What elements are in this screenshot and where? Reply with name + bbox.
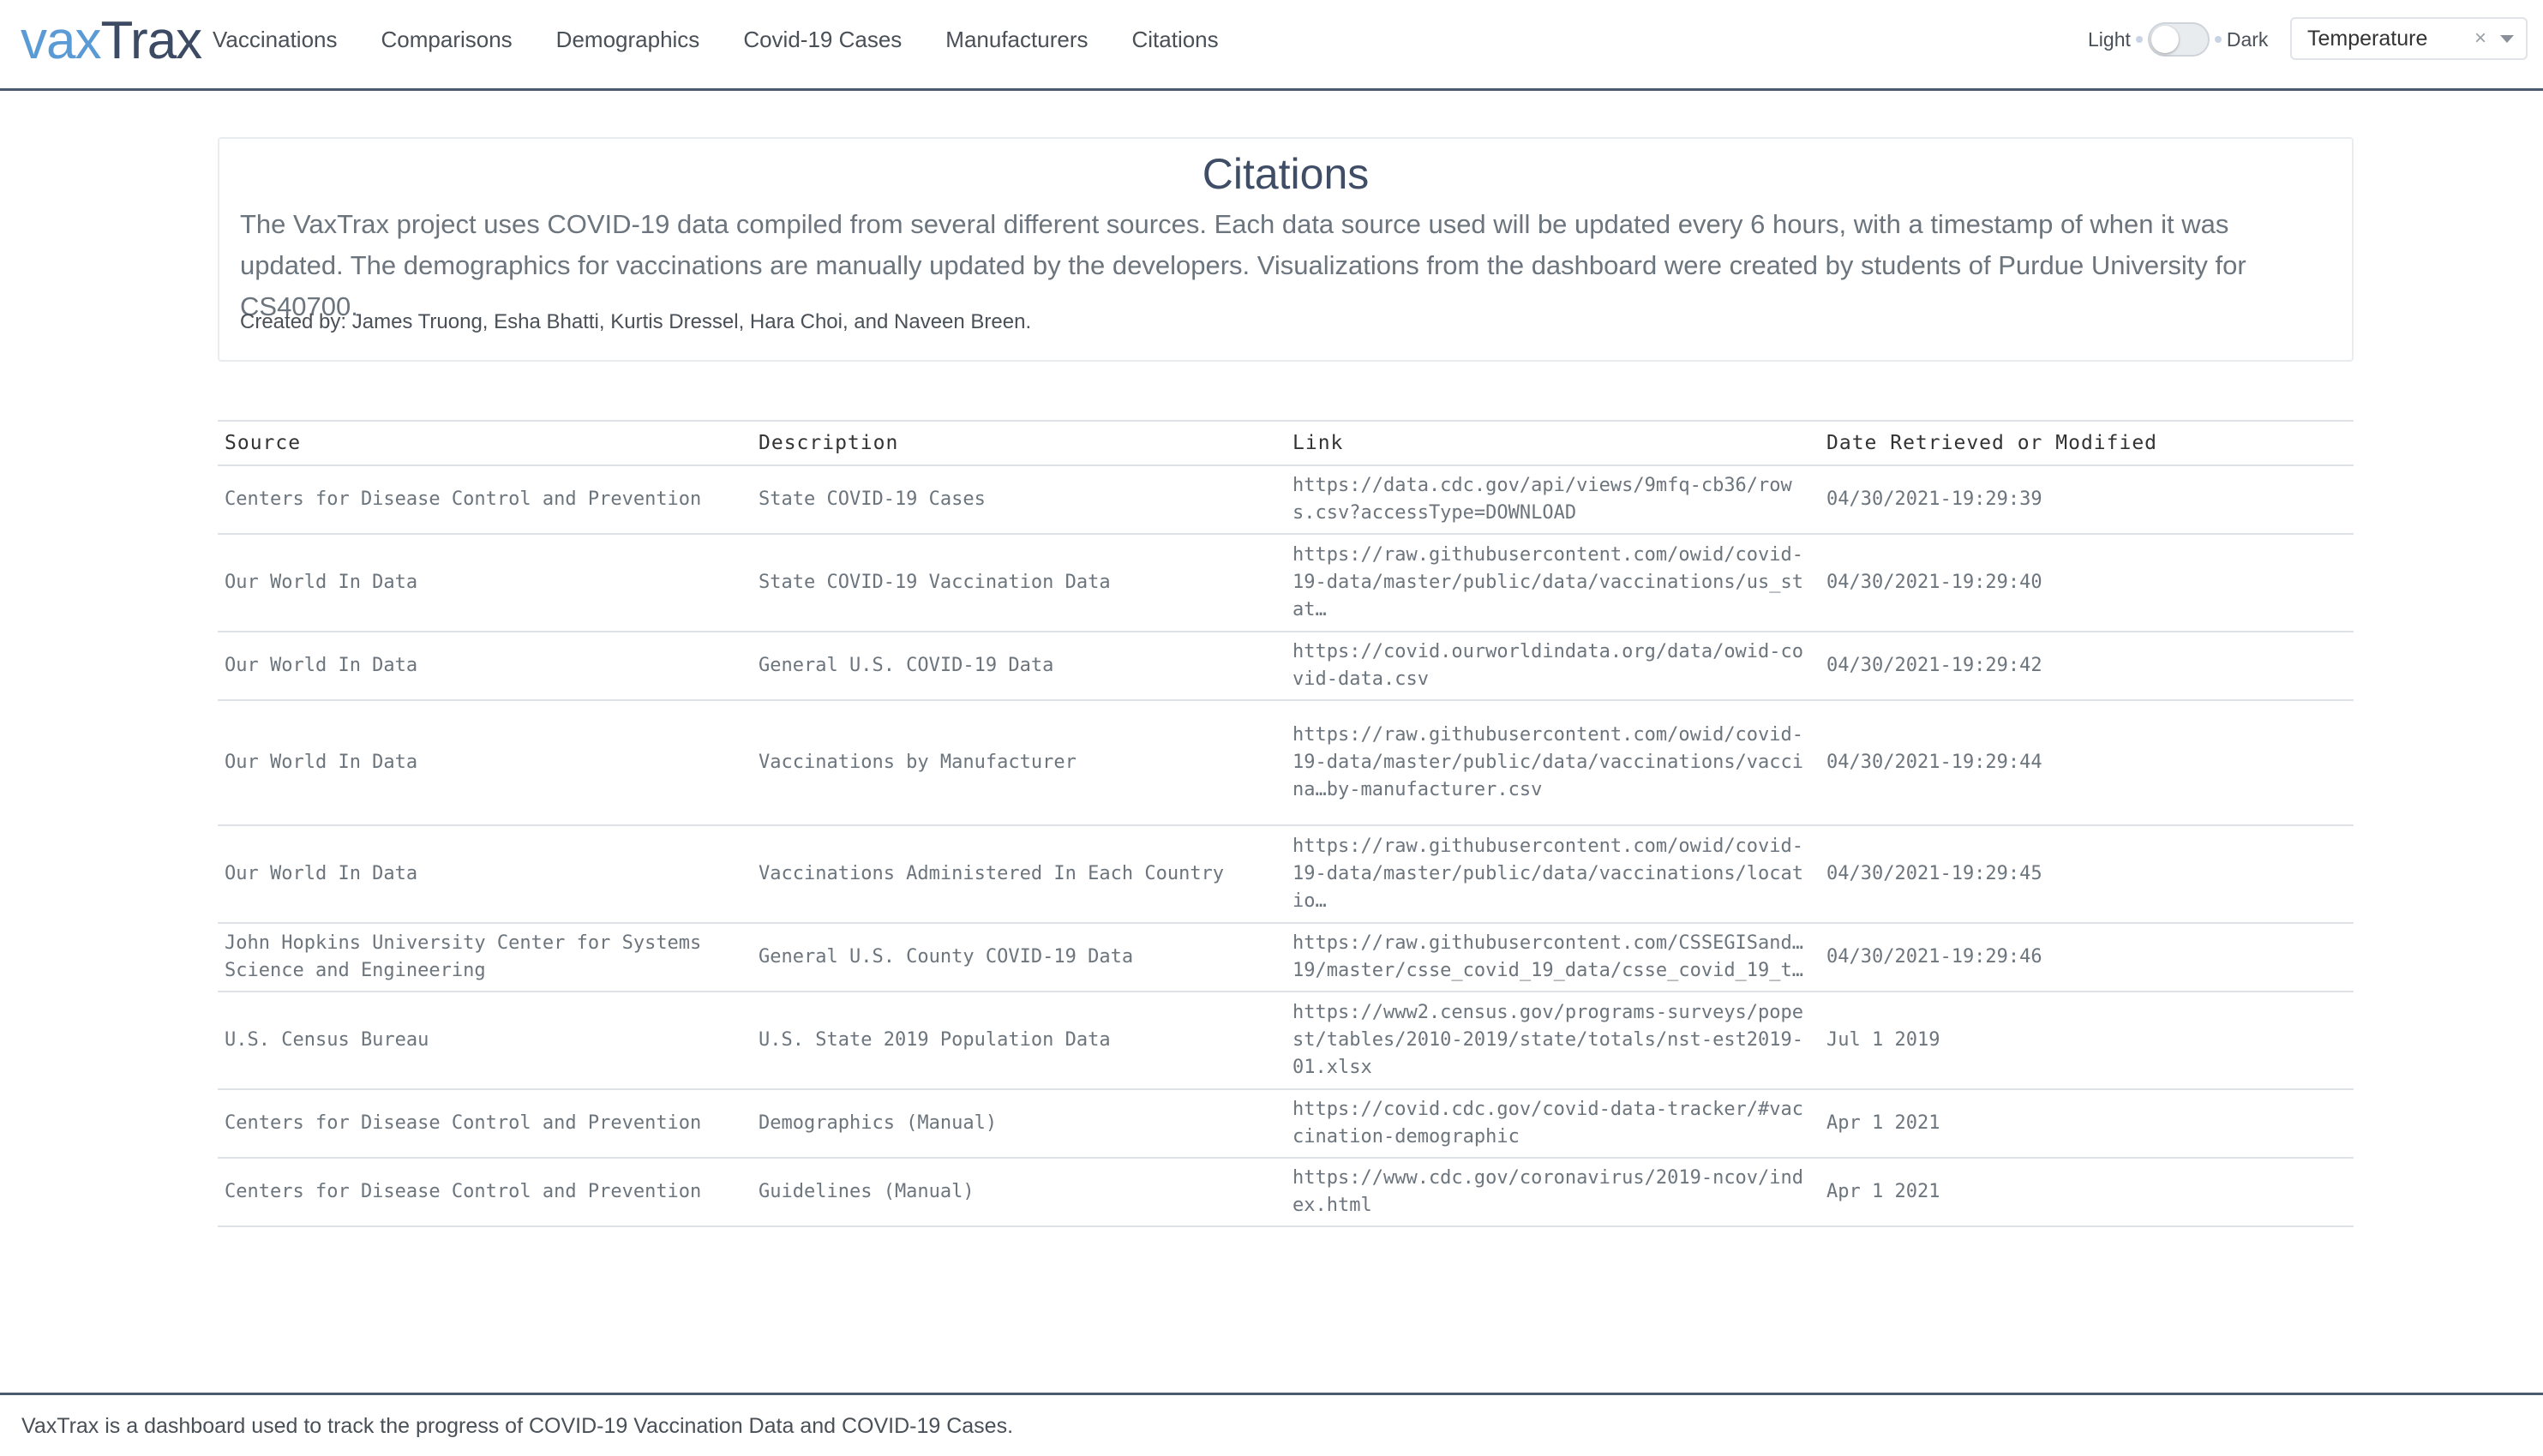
cell-date: 04/30/2021-19:29:42 [1820, 632, 2354, 701]
header-link: Link [1286, 420, 1820, 466]
cell-description: U.S. State 2019 Population Data [752, 992, 1286, 1090]
header-date: Date Retrieved or Modified [1820, 420, 2354, 466]
cell-date: 04/30/2021-19:29:46 [1820, 923, 2354, 992]
cell-source: Centers for Disease Control and Preventi… [218, 1089, 752, 1159]
table-row: John Hopkins University Center for Syste… [218, 923, 2354, 992]
cell-date: Apr 1 2021 [1820, 1158, 2354, 1227]
select-value: Temperature [2307, 26, 2428, 51]
cell-link: https://raw.githubusercontent.com/CSSEGI… [1286, 923, 1820, 992]
cell-description: General U.S. COVID-19 Data [752, 632, 1286, 701]
cell-source: Our World In Data [218, 534, 752, 632]
source-link[interactable]: https://raw.githubusercontent.com/owid/c… [1292, 833, 1813, 915]
dark-dot-icon [2214, 36, 2222, 43]
source-link[interactable]: https://www.cdc.gov/coronavirus/2019-nco… [1292, 1165, 1813, 1219]
nav-link-covid-cases[interactable]: Covid-19 Cases [743, 24, 902, 55]
theme-select-dropdown[interactable]: Temperature × [2290, 17, 2528, 60]
footer-text: VaxTrax is a dashboard used to track the… [21, 1414, 1014, 1438]
cell-link: https://raw.githubusercontent.com/owid/c… [1286, 700, 1820, 826]
table-row: Centers for Disease Control and Preventi… [218, 465, 2354, 535]
toggle-knob [2150, 26, 2179, 53]
cell-link: https://data.cdc.gov/api/views/9mfq-cb36… [1286, 465, 1820, 535]
cell-link: https://raw.githubusercontent.com/owid/c… [1286, 825, 1820, 924]
cell-date: Jul 1 2019 [1820, 992, 2354, 1090]
cell-link: https://raw.githubusercontent.com/owid/c… [1286, 534, 1820, 632]
credits-text: Created by: James Truong, Esha Bhatti, K… [240, 310, 1032, 333]
page-footer: VaxTrax is a dashboard used to track the… [0, 1393, 2543, 1456]
table-row: Our World In Data State COVID-19 Vaccina… [218, 534, 2354, 632]
table-row: Our World In Data Vaccinations by Manufa… [218, 700, 2354, 826]
cell-link: https://www2.census.gov/programs-surveys… [1286, 992, 1820, 1090]
source-link[interactable]: https://www2.census.gov/programs-surveys… [1292, 999, 1813, 1082]
header-source: Source [218, 420, 752, 466]
page-title: Citations [1202, 150, 1370, 198]
top-navbar: vaxTrax Vaccinations Comparisons Demogra… [0, 0, 2543, 91]
source-link[interactable]: https://raw.githubusercontent.com/owid/c… [1292, 722, 1813, 804]
nav-link-comparisons[interactable]: Comparisons [381, 24, 513, 55]
dark-mode-toggle[interactable] [2147, 22, 2210, 57]
cell-source: Our World In Data [218, 825, 752, 924]
source-link[interactable]: https://raw.githubusercontent.com/CSSEGI… [1292, 930, 1813, 985]
table-header-row: Source Description Link Date Retrieved o… [218, 420, 2354, 466]
cell-date: 04/30/2021-19:29:40 [1820, 534, 2354, 632]
cell-source: Centers for Disease Control and Preventi… [218, 465, 752, 535]
chevron-down-icon[interactable] [2500, 34, 2514, 43]
table-row: Centers for Disease Control and Preventi… [218, 1089, 2354, 1159]
source-link[interactable]: https://data.cdc.gov/api/views/9mfq-cb36… [1292, 472, 1813, 527]
brand-logo[interactable]: vaxTrax [21, 7, 202, 75]
nav-link-citations[interactable]: Citations [1131, 24, 1218, 55]
table-row: Our World In Data Vaccinations Administe… [218, 825, 2354, 924]
cell-source: Our World In Data [218, 632, 752, 701]
nav-link-demographics[interactable]: Demographics [556, 24, 700, 55]
light-dot-icon [2135, 36, 2143, 43]
source-link[interactable]: https://raw.githubusercontent.com/owid/c… [1292, 542, 1813, 624]
cell-description: Demographics (Manual) [752, 1089, 1286, 1159]
source-link[interactable]: https://covid.ourworldindata.org/data/ow… [1292, 638, 1813, 693]
cell-description: Guidelines (Manual) [752, 1158, 1286, 1227]
dark-label: Dark [2226, 28, 2269, 51]
cell-date: 04/30/2021-19:29:45 [1820, 825, 2354, 924]
cell-date: Apr 1 2021 [1820, 1089, 2354, 1159]
table-row: Our World In Data General U.S. COVID-19 … [218, 632, 2354, 701]
cell-date: 04/30/2021-19:29:39 [1820, 465, 2354, 535]
table-row: Centers for Disease Control and Preventi… [218, 1158, 2354, 1227]
cell-source: John Hopkins University Center for Syste… [218, 923, 752, 992]
clear-icon[interactable]: × [2468, 27, 2493, 51]
cell-date: 04/30/2021-19:29:44 [1820, 700, 2354, 826]
citations-card: Citations The VaxTrax project uses COVID… [218, 137, 2354, 362]
table-row: U.S. Census Bureau U.S. State 2019 Popul… [218, 992, 2354, 1090]
brand-part-trax: Trax [100, 11, 202, 70]
citations-table: Source Description Link Date Retrieved o… [218, 420, 2354, 1227]
cell-link: https://covid.ourworldindata.org/data/ow… [1286, 632, 1820, 701]
nav-link-manufacturers[interactable]: Manufacturers [945, 24, 1088, 55]
nav-links: Vaccinations Comparisons Demographics Co… [213, 24, 1263, 55]
cell-description: Vaccinations by Manufacturer [752, 700, 1286, 826]
cell-source: Our World In Data [218, 700, 752, 826]
cell-link: https://www.cdc.gov/coronavirus/2019-nco… [1286, 1158, 1820, 1227]
cell-description: State COVID-19 Cases [752, 465, 1286, 535]
brand-part-vax: vax [21, 11, 101, 70]
cell-description: Vaccinations Administered In Each Countr… [752, 825, 1286, 924]
nav-link-vaccinations[interactable]: Vaccinations [213, 24, 338, 55]
cell-source: U.S. Census Bureau [218, 992, 752, 1090]
cell-description: State COVID-19 Vaccination Data [752, 534, 1286, 632]
cell-description: General U.S. County COVID-19 Data [752, 923, 1286, 992]
cell-source: Centers for Disease Control and Preventi… [218, 1158, 752, 1227]
theme-switch: Light Dark [2088, 22, 2268, 57]
cell-link: https://covid.cdc.gov/covid-data-tracker… [1286, 1089, 1820, 1159]
header-description: Description [752, 420, 1286, 466]
source-link[interactable]: https://covid.cdc.gov/covid-data-tracker… [1292, 1096, 1813, 1151]
light-label: Light [2088, 28, 2131, 51]
